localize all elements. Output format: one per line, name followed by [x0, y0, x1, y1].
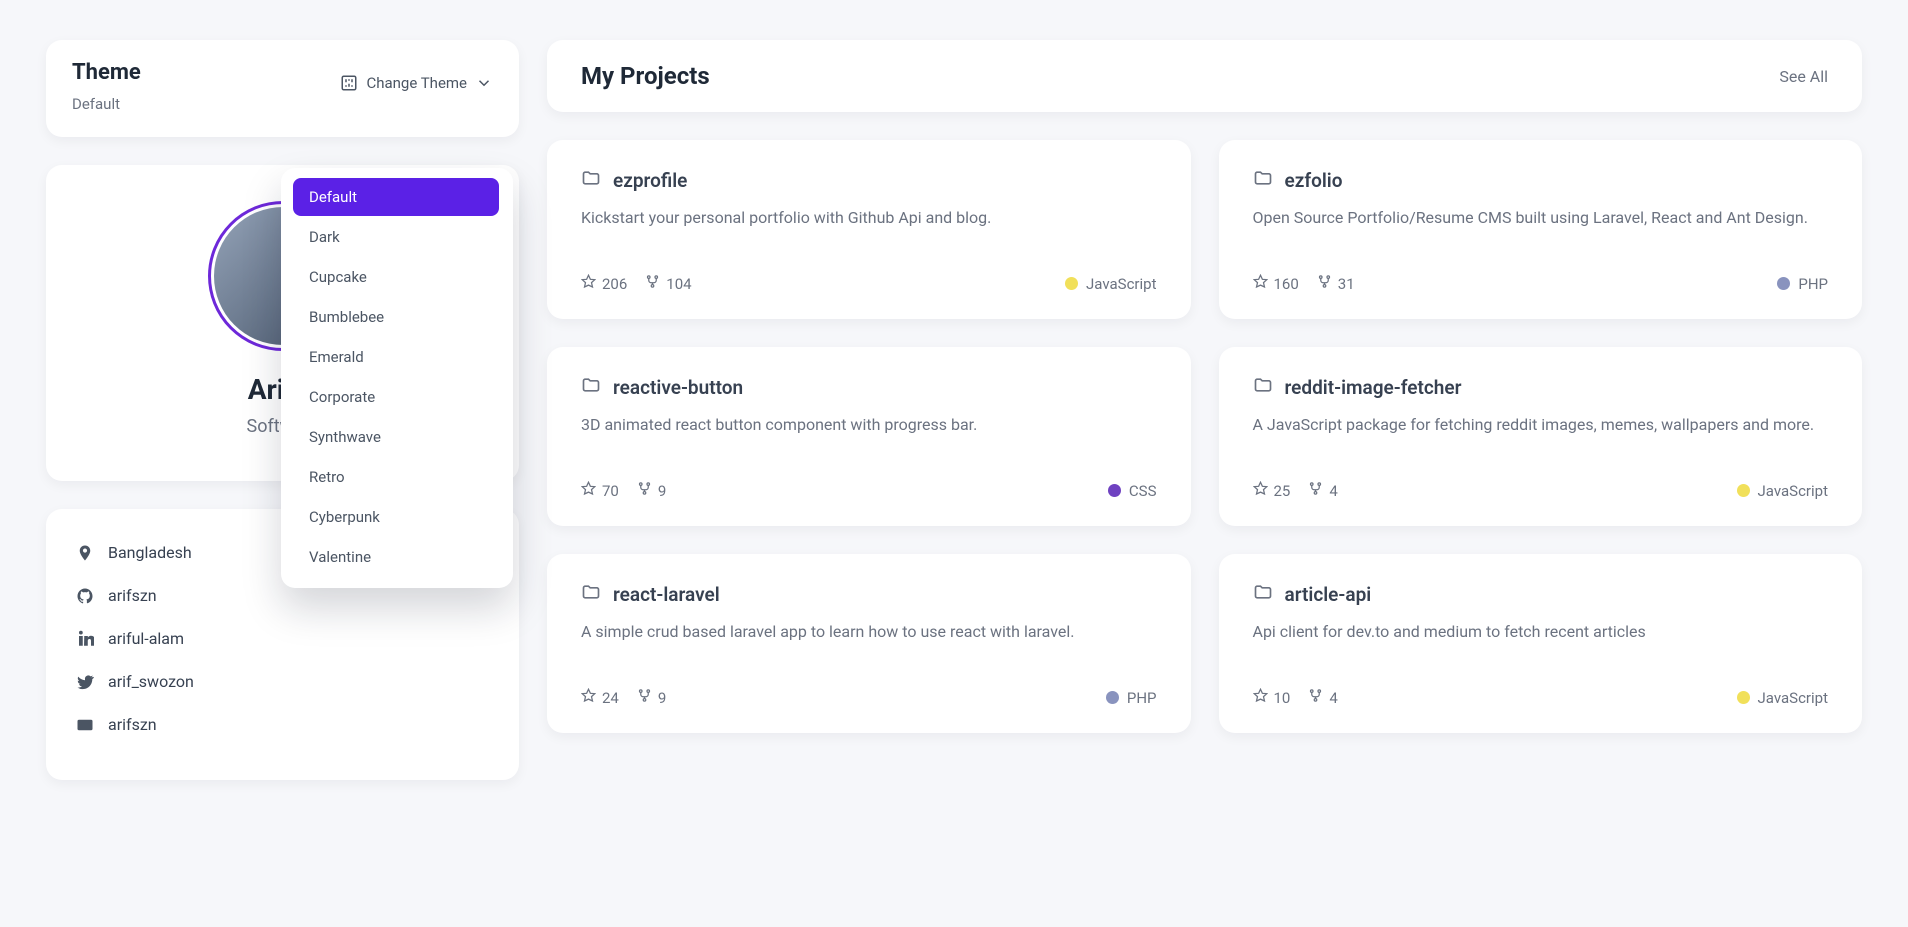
project-language: JavaScript	[1065, 275, 1156, 293]
fork-icon	[637, 688, 652, 707]
project-stars: 206	[581, 274, 627, 293]
theme-option-bumblebee[interactable]: Bumblebee	[293, 298, 499, 336]
see-all-link[interactable]: See All	[1779, 67, 1828, 86]
project-name: reactive-button	[613, 376, 743, 399]
star-icon	[581, 274, 596, 293]
theme-dropdown-scroll[interactable]: DefaultDarkCupcakeBumblebeeEmeraldCorpor…	[293, 178, 505, 578]
star-icon	[1253, 274, 1268, 293]
project-language: PHP	[1777, 275, 1828, 293]
language-dot-icon	[1065, 277, 1078, 290]
folder-icon	[1253, 375, 1273, 399]
project-card[interactable]: article-api Api client for dev.to and med…	[1219, 554, 1863, 733]
project-card[interactable]: ezfolio Open Source Portfolio/Resume CMS …	[1219, 140, 1863, 319]
project-stars: 160	[1253, 274, 1299, 293]
info-devto[interactable]: arifszn	[76, 707, 489, 750]
theme-option-retro[interactable]: Retro	[293, 458, 499, 496]
project-card[interactable]: reddit-image-fetcher A JavaScript package…	[1219, 347, 1863, 526]
project-forks: 104	[645, 274, 691, 293]
theme-option-dark[interactable]: Dark	[293, 218, 499, 256]
fork-icon	[1308, 481, 1323, 500]
project-forks: 4	[1308, 481, 1337, 500]
project-name: ezfolio	[1285, 169, 1343, 192]
project-name: reddit-image-fetcher	[1285, 376, 1462, 399]
language-dot-icon	[1777, 277, 1790, 290]
project-language: JavaScript	[1737, 482, 1828, 500]
theme-current: Default	[72, 95, 141, 113]
star-icon	[1253, 481, 1268, 500]
change-theme-button[interactable]: Change Theme	[340, 60, 493, 92]
project-forks: 4	[1308, 688, 1337, 707]
project-stars: 10	[1253, 688, 1291, 707]
project-description: Open Source Portfolio/Resume CMS built u…	[1253, 206, 1829, 252]
fork-icon	[645, 274, 660, 293]
folder-icon	[581, 582, 601, 606]
project-description: A simple crud based laravel app to learn…	[581, 620, 1157, 666]
linkedin-icon	[76, 630, 94, 648]
language-dot-icon	[1737, 691, 1750, 704]
sliders-icon	[340, 74, 358, 92]
project-card[interactable]: reactive-button 3D animated react button …	[547, 347, 1191, 526]
projects-header: My Projects See All	[547, 40, 1862, 112]
project-stars: 24	[581, 688, 619, 707]
folder-icon	[581, 168, 601, 192]
theme-title: Theme	[72, 60, 141, 85]
twitter-icon	[76, 673, 94, 691]
project-name: article-api	[1285, 583, 1372, 606]
project-forks: 9	[637, 688, 666, 707]
project-language: PHP	[1106, 689, 1157, 707]
project-name: ezprofile	[613, 169, 687, 192]
devto-icon	[76, 716, 94, 734]
project-card[interactable]: react-laravel A simple crud based laravel…	[547, 554, 1191, 733]
theme-option-valentine[interactable]: Valentine	[293, 538, 499, 576]
fork-icon	[637, 481, 652, 500]
theme-option-cupcake[interactable]: Cupcake	[293, 258, 499, 296]
project-description: A JavaScript package for fetching reddit…	[1253, 413, 1829, 459]
language-dot-icon	[1737, 484, 1750, 497]
info-linkedin[interactable]: ariful-alam	[76, 621, 489, 664]
theme-dropdown: DefaultDarkCupcakeBumblebeeEmeraldCorpor…	[281, 168, 513, 588]
folder-icon	[581, 375, 601, 399]
info-twitter-text: arif_swozon	[108, 672, 194, 691]
project-language: JavaScript	[1737, 689, 1828, 707]
info-linkedin-text: ariful-alam	[108, 629, 184, 648]
language-dot-icon	[1108, 484, 1121, 497]
project-description: 3D animated react button component with …	[581, 413, 1157, 459]
theme-option-default[interactable]: Default	[293, 178, 499, 216]
theme-option-cyberpunk[interactable]: Cyberpunk	[293, 498, 499, 536]
theme-option-emerald[interactable]: Emerald	[293, 338, 499, 376]
theme-option-corporate[interactable]: Corporate	[293, 378, 499, 416]
star-icon	[581, 481, 596, 500]
fork-icon	[1308, 688, 1323, 707]
theme-option-synthwave[interactable]: Synthwave	[293, 418, 499, 456]
folder-icon	[1253, 168, 1273, 192]
project-stars: 70	[581, 481, 619, 500]
language-dot-icon	[1106, 691, 1119, 704]
star-icon	[1253, 688, 1268, 707]
project-forks: 9	[637, 481, 666, 500]
info-location-text: Bangladesh	[108, 543, 192, 562]
project-card[interactable]: ezprofile Kickstart your personal portfol…	[547, 140, 1191, 319]
projects-title: My Projects	[581, 62, 710, 90]
fork-icon	[1317, 274, 1332, 293]
chevron-down-icon	[475, 74, 493, 92]
project-name: react-laravel	[613, 583, 720, 606]
star-icon	[581, 688, 596, 707]
project-forks: 31	[1317, 274, 1355, 293]
location-icon	[76, 544, 94, 562]
project-description: Kickstart your personal portfolio with G…	[581, 206, 1157, 252]
project-language: CSS	[1108, 482, 1157, 500]
info-twitter[interactable]: arif_swozon	[76, 664, 489, 707]
info-github-text: arifszn	[108, 586, 157, 605]
project-description: Api client for dev.to and medium to fetc…	[1253, 620, 1829, 666]
folder-icon	[1253, 582, 1273, 606]
github-icon	[76, 587, 94, 605]
project-stars: 25	[1253, 481, 1291, 500]
change-theme-label: Change Theme	[366, 74, 467, 92]
info-devto-text: arifszn	[108, 715, 157, 734]
theme-card: Theme Default Change Theme DefaultDarkCu…	[46, 40, 519, 137]
